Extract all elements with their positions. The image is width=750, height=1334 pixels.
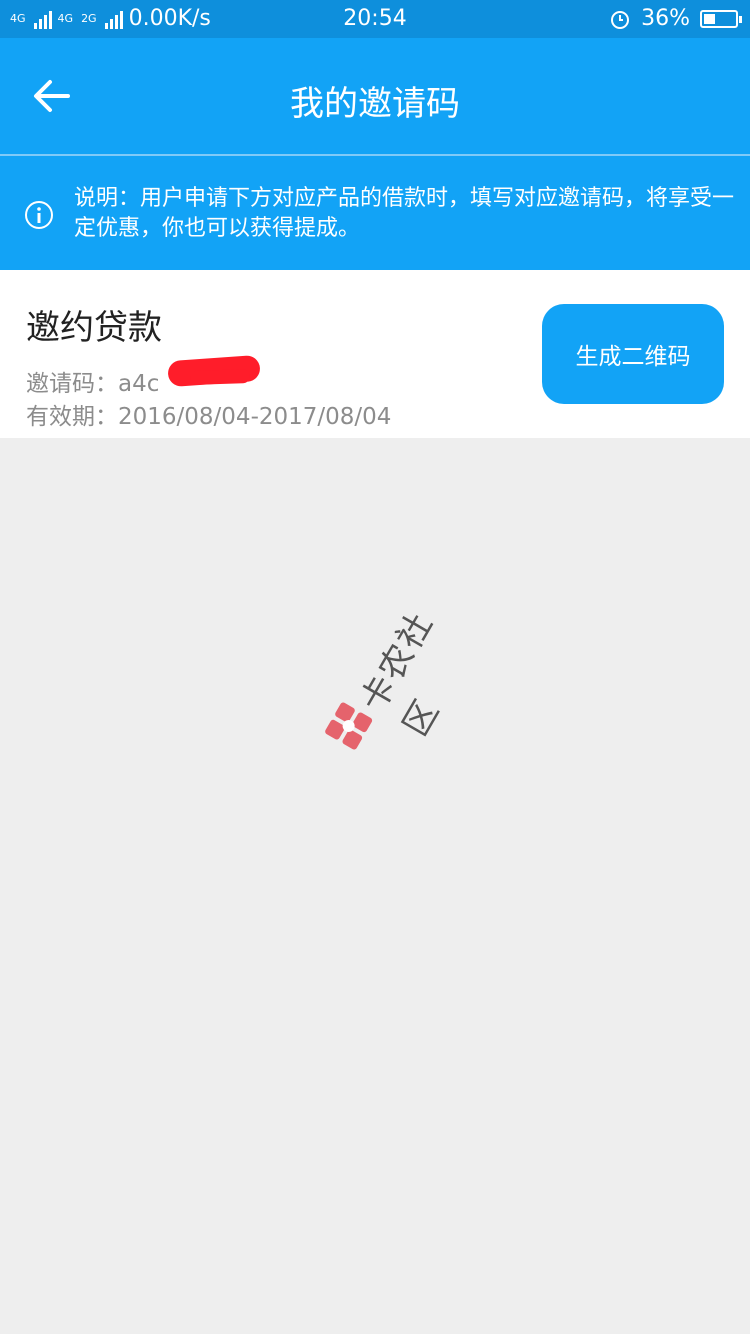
battery-icon <box>700 9 742 28</box>
validity-label: 有效期： <box>26 404 118 430</box>
product-name: 邀约贷款 <box>26 308 162 348</box>
notice-banner: 说明：用户申请下方对应产品的借款时，填写对应邀请码，将享受一定优惠，你也可以获得… <box>0 156 750 270</box>
invite-code-label: 邀请码： <box>26 371 118 397</box>
app-header: 我的邀请码 <box>0 38 750 154</box>
redaction-mark-2 <box>189 368 251 386</box>
notice-text: 说明：用户申请下方对应产品的借款时，填写对应邀请码，将享受一定优惠，你也可以获得… <box>74 186 735 241</box>
status-right: 36% <box>609 6 742 31</box>
status-bar: 4G 4G 2G 0.00K/s 20:54 36% <box>0 0 750 38</box>
alarm-clock-icon <box>611 10 630 29</box>
invite-code-row: 邀请码：a4c <box>26 364 159 398</box>
validity-value: 2016/08/04-2017/08/04 <box>118 404 392 430</box>
battery-percent: 36% <box>641 6 690 31</box>
page-title: 我的邀请码 <box>290 84 460 124</box>
watermark: 卡农社区 <box>269 549 501 781</box>
info-icon <box>25 201 53 229</box>
invite-code-value: a4c <box>118 371 160 397</box>
validity-row: 有效期：2016/08/04-2017/08/04 <box>26 397 391 431</box>
generate-qr-button[interactable]: 生成二维码 <box>542 304 724 404</box>
invite-card: 邀约贷款 邀请码：a4c 有效期：2016/08/04-2017/08/04 生… <box>0 270 750 438</box>
